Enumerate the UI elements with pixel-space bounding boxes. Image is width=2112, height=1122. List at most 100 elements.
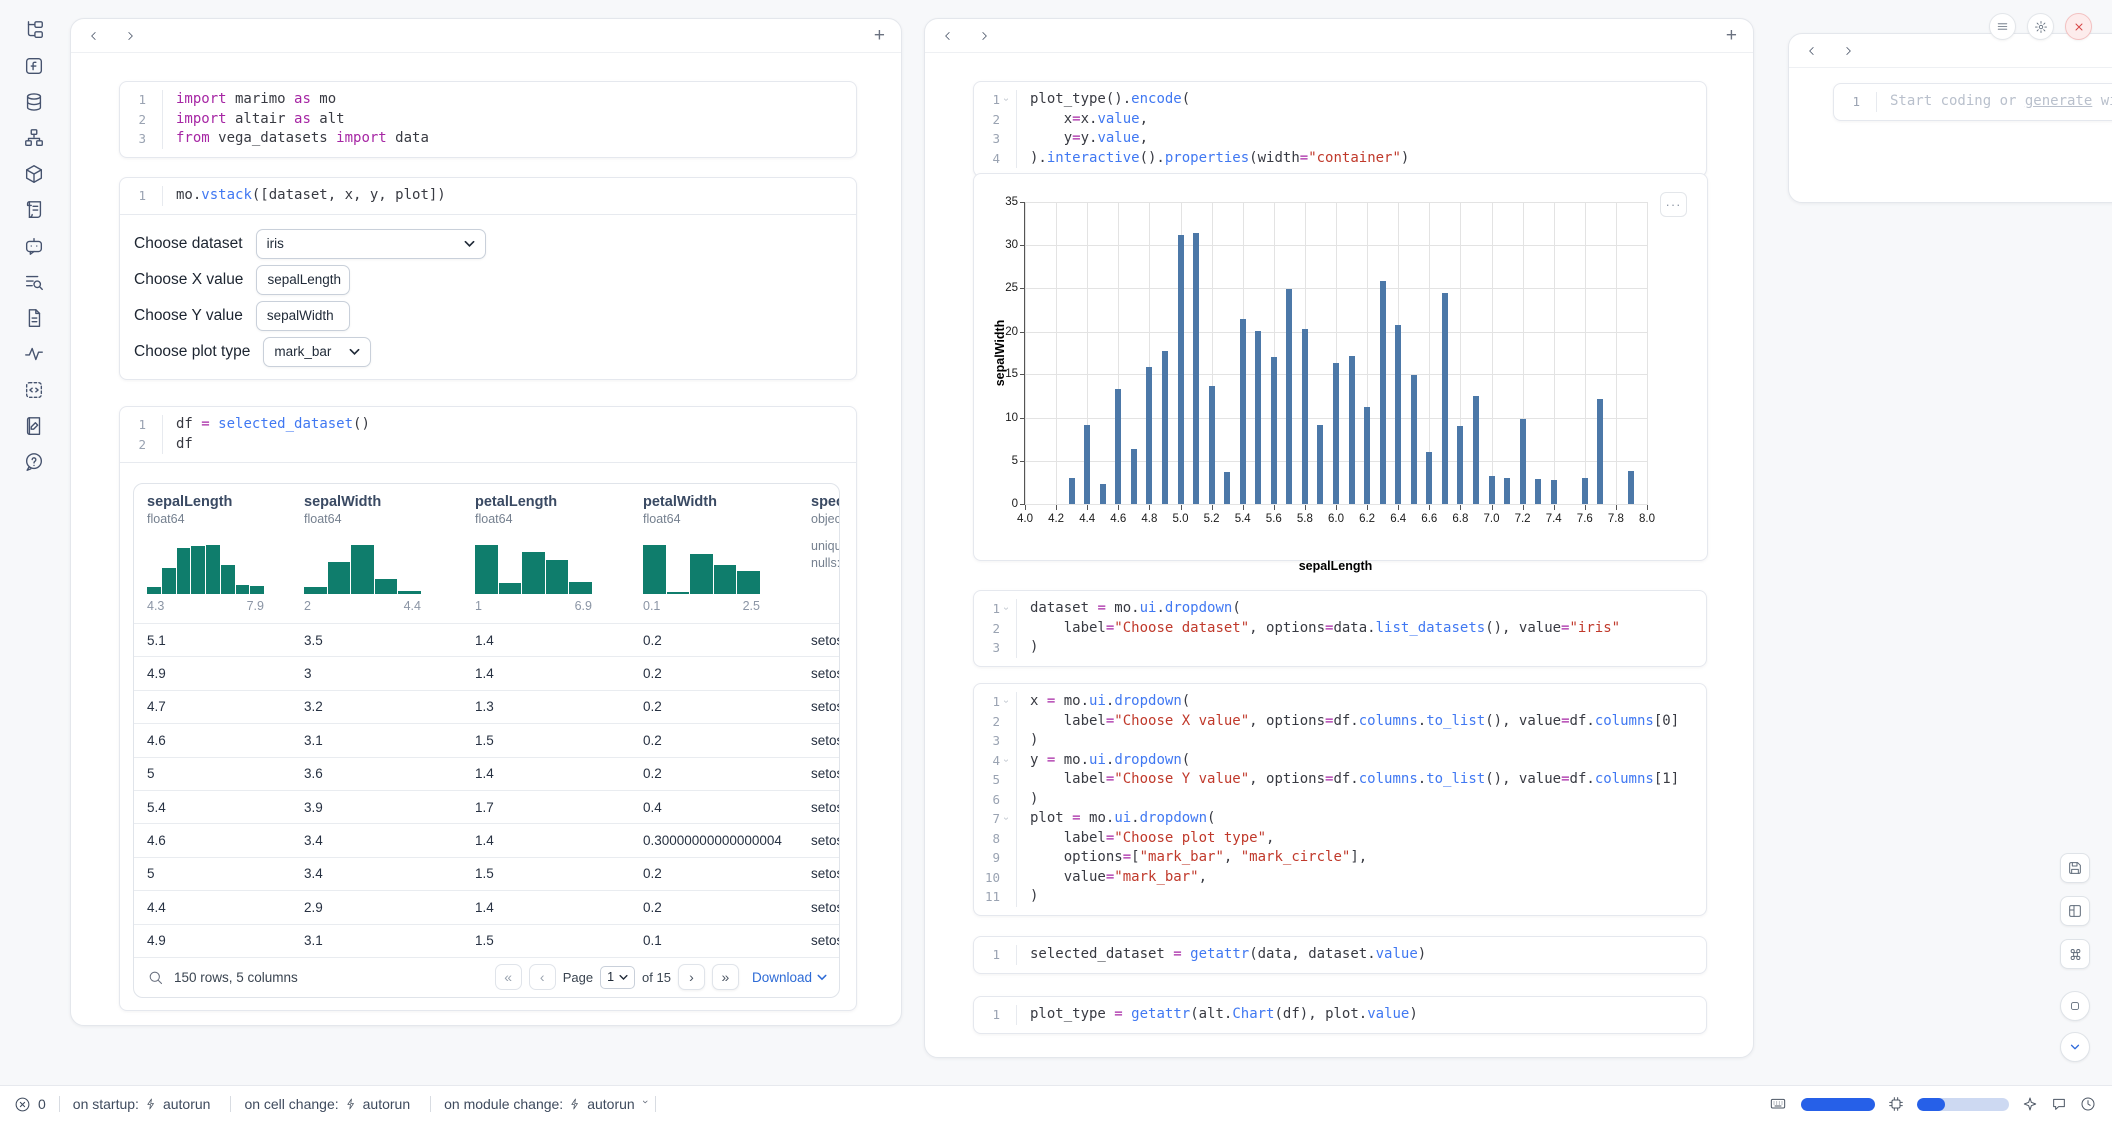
cell-dataframe[interactable]: 1 df = selected_dataset() 2 df sepalLeng… bbox=[119, 406, 857, 1011]
keyboard-shortcuts-button[interactable] bbox=[2060, 939, 2090, 969]
column-right-icon[interactable] bbox=[123, 29, 137, 43]
table-row[interactable]: 4.6 3.1 1.5 0.2 setos bbox=[134, 723, 839, 756]
code-line[interactable]: x=x.value, bbox=[1016, 110, 1706, 130]
table-row[interactable]: 5.4 3.9 1.7 0.4 setos bbox=[134, 790, 839, 823]
column-header[interactable]: sepalWidth float64 2 4.4 bbox=[304, 494, 475, 623]
table-row[interactable]: 4.9 3 1.4 0.2 setos bbox=[134, 656, 839, 689]
fold-chevron-icon[interactable]: › bbox=[1001, 94, 1012, 106]
code-line[interactable]: label="Choose dataset", options=data.lis… bbox=[1016, 619, 1706, 639]
dependency-graph-icon[interactable] bbox=[23, 127, 45, 149]
code-line[interactable]: ) bbox=[1016, 731, 1706, 751]
scroll-to-cell-button[interactable] bbox=[2060, 1032, 2090, 1062]
tracing-icon[interactable] bbox=[23, 343, 45, 365]
code-line[interactable]: selected_dataset = getattr(data, dataset… bbox=[1016, 945, 1706, 965]
minimap-button[interactable] bbox=[2060, 991, 2090, 1021]
shutdown-button[interactable] bbox=[2065, 13, 2092, 40]
code-line[interactable]: x = mo.ui.dropdown( bbox=[1016, 692, 1706, 712]
table-row[interactable]: 4.7 3.2 1.3 0.2 setos bbox=[134, 690, 839, 723]
column-right-icon[interactable] bbox=[977, 29, 991, 43]
save-button[interactable] bbox=[2060, 853, 2090, 883]
settings-button[interactable] bbox=[2027, 13, 2054, 40]
file-tree-icon[interactable] bbox=[23, 19, 45, 41]
cell-dataset-dropdown[interactable]: 1 › dataset = mo.ui.dropdown( 2 label="C… bbox=[973, 590, 1707, 667]
column-left-icon[interactable] bbox=[941, 29, 955, 43]
chart-options-button[interactable]: ··· bbox=[1660, 192, 1687, 217]
add-column-button[interactable]: + bbox=[1726, 29, 1737, 43]
column-right-icon[interactable] bbox=[1841, 44, 1855, 58]
column-left-icon[interactable] bbox=[87, 29, 101, 43]
code-line[interactable]: ) bbox=[1016, 790, 1706, 810]
code-line[interactable]: df = selected_dataset() bbox=[162, 415, 856, 435]
help-icon[interactable] bbox=[23, 451, 45, 473]
add-column-button[interactable]: + bbox=[874, 29, 885, 43]
datasources-icon[interactable] bbox=[23, 91, 45, 113]
fold-chevron-icon[interactable]: › bbox=[1001, 603, 1012, 615]
ai-sparkle-icon[interactable] bbox=[2022, 1096, 2038, 1112]
cell-vstack[interactable]: 1 mo.vstack([dataset, x, y, plot]) Choos… bbox=[119, 177, 857, 380]
layout-select-button[interactable] bbox=[2060, 896, 2090, 926]
column-header[interactable]: petalLength float64 1 6.9 bbox=[475, 494, 643, 623]
code-line[interactable]: plot_type().encode( bbox=[1016, 90, 1706, 110]
memory-usage-bar[interactable] bbox=[1801, 1098, 1875, 1111]
table-row[interactable]: 5 3.4 1.5 0.2 setos bbox=[134, 857, 839, 890]
code-line[interactable]: ) bbox=[1016, 638, 1706, 658]
code-line[interactable]: import altair as alt bbox=[162, 110, 856, 130]
code-line[interactable]: plot = mo.ui.dropdown( bbox=[1016, 809, 1706, 829]
code-line[interactable]: from vega_datasets import data bbox=[162, 129, 856, 149]
dropdown-select[interactable]: iris bbox=[256, 229, 486, 259]
table-row[interactable]: 5 3.6 1.4 0.2 setos bbox=[134, 757, 839, 790]
chart-plot-area[interactable]: 4.04.24.44.64.85.05.25.45.65.86.06.26.46… bbox=[1024, 202, 1647, 505]
cell-imports[interactable]: 1 import marimo as mo 2 import altair as… bbox=[119, 81, 857, 158]
cell-plot-type[interactable]: 1 plot_type = getattr(alt.Chart(df), plo… bbox=[973, 996, 1707, 1034]
prev-page-button[interactable]: ‹ bbox=[529, 964, 556, 990]
first-page-button[interactable]: « bbox=[495, 964, 522, 990]
scratchpad-icon[interactable] bbox=[23, 415, 45, 437]
functions-icon[interactable] bbox=[23, 55, 45, 77]
dropdown-select[interactable]: sepalWidth bbox=[256, 301, 350, 331]
code-line[interactable]: label="Choose Y value", options=df.colum… bbox=[1016, 770, 1706, 790]
code-line[interactable]: y=y.value, bbox=[1016, 129, 1706, 149]
keyboard-icon[interactable] bbox=[1768, 1096, 1788, 1112]
feedback-icon[interactable] bbox=[2051, 1096, 2067, 1112]
runtime-config-item[interactable]: on startup: autorun bbox=[73, 1096, 232, 1112]
cell-selected-dataset[interactable]: 1 selected_dataset = getattr(data, datas… bbox=[973, 936, 1707, 974]
code-line[interactable]: plot_type = getattr(alt.Chart(df), plot.… bbox=[1016, 1005, 1706, 1025]
code-line[interactable]: import marimo as mo bbox=[162, 90, 856, 110]
column-header[interactable]: sepalLength float64 4.3 7.9 bbox=[147, 494, 304, 623]
scripts-icon[interactable] bbox=[23, 199, 45, 221]
ai-chat-icon[interactable] bbox=[23, 235, 45, 257]
code-placeholder[interactable]: Start coding or generate with bbox=[1876, 92, 2112, 112]
code-line[interactable]: options=["mark_bar", "mark_circle"], bbox=[1016, 848, 1706, 868]
cell-xy-plot-dropdowns[interactable]: 1 › x = mo.ui.dropdown( 2 label="Choose … bbox=[973, 683, 1707, 916]
packages-icon[interactable] bbox=[23, 163, 45, 185]
last-page-button[interactable]: » bbox=[712, 964, 739, 990]
logs-icon[interactable] bbox=[23, 271, 45, 293]
fold-chevron-icon[interactable]: › bbox=[1001, 696, 1012, 708]
code-line[interactable]: ) bbox=[1016, 887, 1706, 907]
next-page-button[interactable]: › bbox=[678, 964, 705, 990]
dropdown-select[interactable]: sepalLength bbox=[256, 265, 350, 295]
menu-button[interactable] bbox=[1989, 13, 2016, 40]
code-line[interactable]: y = mo.ui.dropdown( bbox=[1016, 751, 1706, 771]
cpu-usage-bar[interactable] bbox=[1917, 1098, 2009, 1111]
table-row[interactable]: 4.9 3.1 1.5 0.1 setos bbox=[134, 924, 839, 957]
code-line[interactable]: value="mark_bar", bbox=[1016, 868, 1706, 888]
table-row[interactable]: 4.4 2.9 1.4 0.2 setos bbox=[134, 890, 839, 923]
column-header-species[interactable]: speci objec uniqu nulls: bbox=[811, 494, 839, 623]
column-header[interactable]: petalWidth float64 0.1 2.5 bbox=[643, 494, 811, 623]
runtime-config-item[interactable]: on module change: autorun › bbox=[444, 1096, 656, 1112]
cell-plot[interactable]: 1 › plot_type().encode( 2 x=x.value, 3 y… bbox=[973, 81, 1707, 177]
code-line[interactable]: df bbox=[162, 435, 856, 455]
download-button[interactable]: Download bbox=[752, 970, 827, 985]
column-left-icon[interactable] bbox=[1805, 44, 1819, 58]
fold-chevron-icon[interactable]: › bbox=[1001, 813, 1012, 825]
history-clock-icon[interactable] bbox=[2080, 1096, 2096, 1112]
page-select[interactable]: 1 bbox=[600, 966, 635, 989]
search-icon[interactable] bbox=[147, 969, 164, 986]
dropdown-select[interactable]: mark_bar bbox=[263, 337, 371, 367]
code-line[interactable]: dataset = mo.ui.dropdown( bbox=[1016, 599, 1706, 619]
error-indicator[interactable]: 0 bbox=[14, 1096, 46, 1113]
snippets-icon[interactable] bbox=[23, 379, 45, 401]
documentation-icon[interactable] bbox=[23, 307, 45, 329]
fold-chevron-icon[interactable]: › bbox=[1001, 754, 1012, 766]
